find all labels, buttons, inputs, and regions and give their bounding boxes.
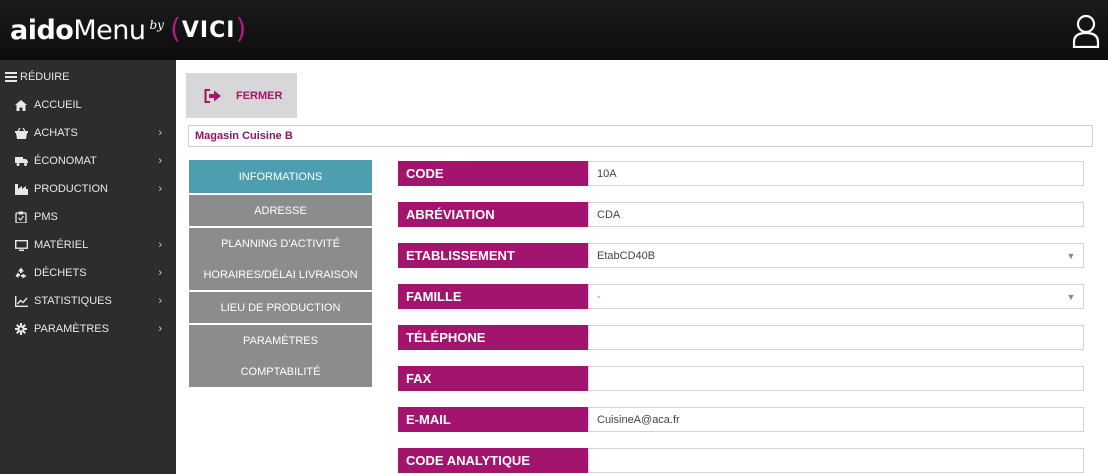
hamburger-icon	[4, 71, 18, 83]
logo-vici: ( VICI )	[170, 12, 247, 45]
chevron-right-icon: ›	[158, 155, 162, 167]
code-analytique-input[interactable]	[588, 448, 1084, 473]
store-name-bar: Magasin Cuisine B	[188, 125, 1093, 147]
abreviation-label: ABRÉVIATION	[398, 202, 588, 227]
user-icon[interactable]	[1072, 14, 1100, 48]
truck-icon	[14, 155, 28, 167]
sign-out-icon	[204, 88, 221, 103]
sidebar-item-label: STATISTIQUES	[34, 295, 112, 307]
sidebar-item-label: ÉCONOMAT	[34, 155, 97, 167]
famille-label: FAMILLE	[398, 284, 588, 309]
sidebar-item-label: MATÉRIEL	[34, 239, 89, 251]
code-analytique-label: CODE ANALYTIQUE	[398, 448, 588, 473]
sidebar-item-label: DÉCHETS	[34, 267, 87, 279]
chevron-right-icon: ›	[158, 323, 162, 335]
gear-icon	[14, 323, 28, 335]
logo-paren-right: )	[235, 11, 248, 45]
etablissement-label: ETABLISSEMENT	[398, 243, 588, 268]
fax-input[interactable]	[588, 366, 1084, 391]
etablissement-select[interactable]: EtabCD40B ▼	[588, 243, 1084, 268]
sidebar-item-production[interactable]: PRODUCTION ›	[0, 175, 176, 203]
email-label: E-MAIL	[398, 407, 588, 432]
home-icon	[14, 99, 28, 111]
etablissement-value: EtabCD40B	[597, 249, 656, 262]
sidebar-item-materiel[interactable]: MATÉRIEL ›	[0, 231, 176, 259]
sidebar-item-dechets[interactable]: DÉCHETS ›	[0, 259, 176, 287]
sidebar-item-accueil[interactable]: ACCUEIL	[0, 91, 176, 119]
caret-down-icon: ▼	[1066, 291, 1076, 302]
close-button[interactable]: FERMER	[186, 73, 297, 118]
chevron-right-icon: ›	[158, 127, 162, 139]
sidebar-item-parametres[interactable]: PARAMÈTRES ›	[0, 315, 176, 343]
caret-down-icon: ▼	[1066, 250, 1076, 261]
logo-paren-left: (	[169, 11, 182, 45]
logo-by-text: by	[149, 18, 164, 32]
close-button-label: FERMER	[236, 89, 283, 102]
sidebar-item-economat[interactable]: ÉCONOMAT ›	[0, 147, 176, 175]
telephone-label: TÉLÉPHONE	[398, 325, 588, 350]
logo-vici-text: VICI	[181, 17, 236, 43]
tab-planning-activite[interactable]: PLANNING D'ACTIVITÉ	[189, 228, 372, 260]
app-logo[interactable]: aido Menu by ( VICI )	[10, 10, 247, 50]
sidebar-item-label: PRODUCTION	[34, 183, 108, 195]
fax-label: FAX	[398, 366, 588, 391]
monitor-icon	[14, 239, 28, 251]
line-chart-icon	[14, 295, 28, 307]
sidebar-item-label: PMS	[34, 211, 58, 223]
sidebar-reduce-toggle[interactable]: RÉDUIRE	[0, 63, 176, 91]
tab-comptabilite[interactable]: COMPTABILITÉ	[189, 356, 372, 388]
email-input[interactable]: CuisineA@aca.fr	[588, 407, 1084, 432]
recycle-icon	[14, 267, 28, 279]
sidebar: RÉDUIRE ACCUEIL ACHATS › ÉCONOMAT › PROD…	[0, 60, 176, 474]
logo-aido-text: aido	[10, 14, 74, 46]
sidebar-item-achats[interactable]: ACHATS ›	[0, 119, 176, 147]
tab-parametres[interactable]: PARAMÈTRES	[189, 325, 372, 357]
famille-value: -	[597, 290, 601, 303]
telephone-input[interactable]	[588, 325, 1084, 350]
sidebar-reduce-label: RÉDUIRE	[20, 71, 70, 83]
tab-horaires-delai-livraison[interactable]: HORAIRES/DÉLAI LIVRAISON	[189, 259, 372, 291]
famille-select[interactable]: - ▼	[588, 284, 1084, 309]
chevron-right-icon: ›	[158, 183, 162, 195]
tab-informations[interactable]: INFORMATIONS	[189, 160, 372, 194]
code-value: 10A	[597, 167, 617, 180]
factory-icon	[14, 183, 28, 195]
sidebar-item-label: ACCUEIL	[34, 99, 82, 111]
email-value: CuisineA@aca.fr	[597, 413, 680, 426]
sidebar-item-pms[interactable]: PMS	[0, 203, 176, 231]
abreviation-input[interactable]: CDA	[588, 202, 1084, 227]
abreviation-value: CDA	[597, 208, 621, 221]
tab-adresse[interactable]: ADRESSE	[189, 195, 372, 227]
sidebar-item-label: ACHATS	[34, 127, 78, 139]
basket-icon	[14, 127, 28, 139]
top-bar: aido Menu by ( VICI )	[0, 0, 1108, 60]
chevron-right-icon: ›	[158, 295, 162, 307]
code-label: CODE	[398, 161, 588, 186]
chevron-right-icon: ›	[158, 239, 162, 251]
sidebar-item-label: PARAMÈTRES	[34, 323, 109, 335]
logo-menu-text: Menu	[73, 14, 146, 46]
chevron-right-icon: ›	[158, 267, 162, 279]
code-input[interactable]: 10A	[588, 161, 1084, 186]
clipboard-icon	[14, 211, 28, 223]
sidebar-item-statistiques[interactable]: STATISTIQUES ›	[0, 287, 176, 315]
tab-lieu-de-production[interactable]: LIEU DE PRODUCTION	[189, 292, 372, 324]
